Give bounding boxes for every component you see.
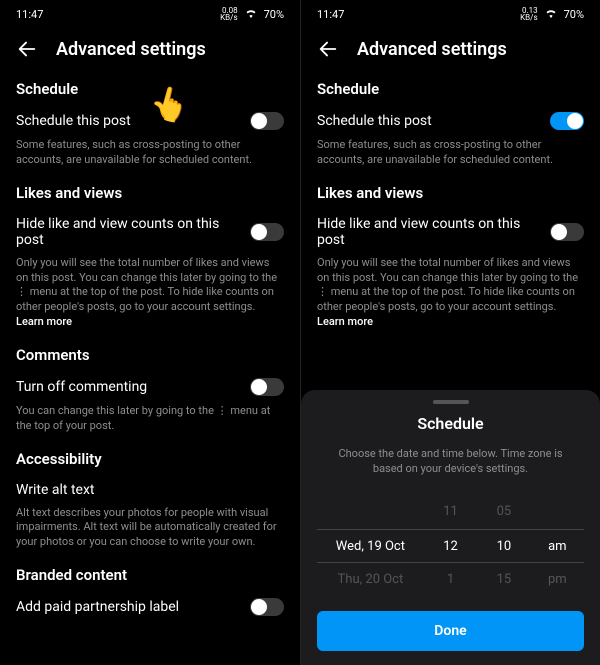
screen-right: 11:47 0.13KB/s 70% Advanced settings Sch… (300, 0, 600, 665)
picker-ampm-col[interactable]: am pm (531, 495, 584, 597)
network-speed: 0.13KB/s (520, 7, 537, 21)
network-speed: 0.08KB/s (220, 7, 237, 21)
page-title: Advanced settings (56, 39, 206, 60)
schedule-helper: Some features, such as cross-posting to … (317, 138, 584, 168)
clock: 11:47 (317, 8, 344, 21)
row-turn-off-commenting[interactable]: Turn off commenting (16, 378, 284, 396)
paid-partnership-toggle[interactable] (250, 598, 284, 616)
picker-ampm-selected[interactable]: am (531, 529, 584, 563)
comments-helper: You can change this later by going to th… (16, 404, 284, 434)
hide-counts-toggle[interactable] (550, 223, 584, 241)
picker-minute-col[interactable]: 05 10 15 (477, 495, 530, 597)
section-likes: Likes and views (16, 184, 284, 202)
accessibility-helper: Alt text describes your photos for peopl… (16, 506, 284, 551)
row-hide-counts[interactable]: Hide like and view counts on this post (317, 216, 584, 248)
schedule-bottom-sheet: Schedule Choose the date and time below.… (301, 390, 600, 665)
hide-counts-label: Hide like and view counts on this post (16, 216, 250, 248)
row-write-alt-text[interactable]: Write alt text (16, 482, 284, 498)
hide-counts-toggle[interactable] (250, 223, 284, 241)
picker-date-selected[interactable]: Wed, 19 Oct (317, 529, 424, 563)
picker-min-prev[interactable]: 05 (477, 495, 530, 529)
content: Schedule Schedule this post Some feature… (0, 74, 300, 665)
commenting-label: Turn off commenting (16, 379, 250, 395)
schedule-helper: Some features, such as cross-posting to … (16, 138, 284, 168)
sheet-helper: Choose the date and time below. Time zon… (317, 447, 584, 477)
learn-more-link[interactable]: Learn more (317, 315, 373, 328)
picker-ampm-next[interactable]: pm (531, 563, 584, 597)
section-accessibility: Accessibility (16, 450, 284, 468)
schedule-toggle[interactable] (550, 112, 584, 130)
header: Advanced settings (0, 28, 300, 74)
sheet-title: Schedule (317, 414, 584, 433)
picker-hour-next[interactable]: 1 (424, 563, 477, 597)
wifi-icon (544, 8, 558, 21)
back-arrow-icon[interactable] (317, 38, 339, 60)
paid-partnership-label: Add paid partnership label (16, 599, 250, 615)
status-bar: 11:47 0.13KB/s 70% (301, 0, 600, 28)
battery-text: 70% (564, 8, 584, 21)
row-schedule-post[interactable]: Schedule this post (16, 112, 284, 130)
row-hide-counts[interactable]: Hide like and view counts on this post (16, 216, 284, 248)
likes-helper: Only you will see the total number of li… (317, 256, 584, 330)
section-branded: Branded content (16, 566, 284, 584)
picker-date-next[interactable]: Thu, 20 Oct (317, 563, 424, 597)
section-schedule: Schedule (16, 80, 284, 98)
datetime-picker[interactable]: Wed, 19 Oct Thu, 20 Oct 11 12 1 05 10 15… (317, 495, 584, 597)
sheet-handle[interactable] (433, 400, 469, 404)
picker-hour-col[interactable]: 11 12 1 (424, 495, 477, 597)
row-paid-partnership[interactable]: Add paid partnership label (16, 598, 284, 616)
picker-date-col[interactable]: Wed, 19 Oct Thu, 20 Oct (317, 495, 424, 597)
battery-text: 70% (264, 8, 284, 21)
row-schedule-post[interactable]: Schedule this post (317, 112, 584, 130)
section-comments: Comments (16, 346, 284, 364)
picker-hour-prev[interactable]: 11 (424, 495, 477, 529)
clock: 11:47 (16, 8, 43, 21)
hide-counts-label: Hide like and view counts on this post (317, 216, 550, 248)
schedule-toggle[interactable] (250, 112, 284, 130)
alt-text-label: Write alt text (16, 482, 284, 498)
picker-min-next[interactable]: 15 (477, 563, 530, 597)
section-schedule: Schedule (317, 80, 584, 98)
picker-hour-selected[interactable]: 12 (424, 529, 477, 563)
section-likes: Likes and views (317, 184, 584, 202)
picker-date-prev[interactable] (317, 495, 424, 529)
wifi-icon (244, 8, 258, 21)
screen-left: 11:47 0.08KB/s 70% Advanced settings Sch… (0, 0, 300, 665)
header: Advanced settings (301, 28, 600, 74)
status-bar: 11:47 0.08KB/s 70% (0, 0, 300, 28)
back-arrow-icon[interactable] (16, 38, 38, 60)
learn-more-link[interactable]: Learn more (16, 315, 72, 328)
commenting-toggle[interactable] (250, 378, 284, 396)
picker-ampm-prev[interactable] (531, 495, 584, 529)
content: Schedule Schedule this post Some feature… (301, 74, 600, 665)
likes-helper: Only you will see the total number of li… (16, 256, 284, 330)
picker-min-selected[interactable]: 10 (477, 529, 530, 563)
done-button[interactable]: Done (317, 611, 584, 651)
schedule-label: Schedule this post (317, 113, 550, 129)
page-title: Advanced settings (357, 39, 507, 60)
schedule-label: Schedule this post (16, 113, 250, 129)
